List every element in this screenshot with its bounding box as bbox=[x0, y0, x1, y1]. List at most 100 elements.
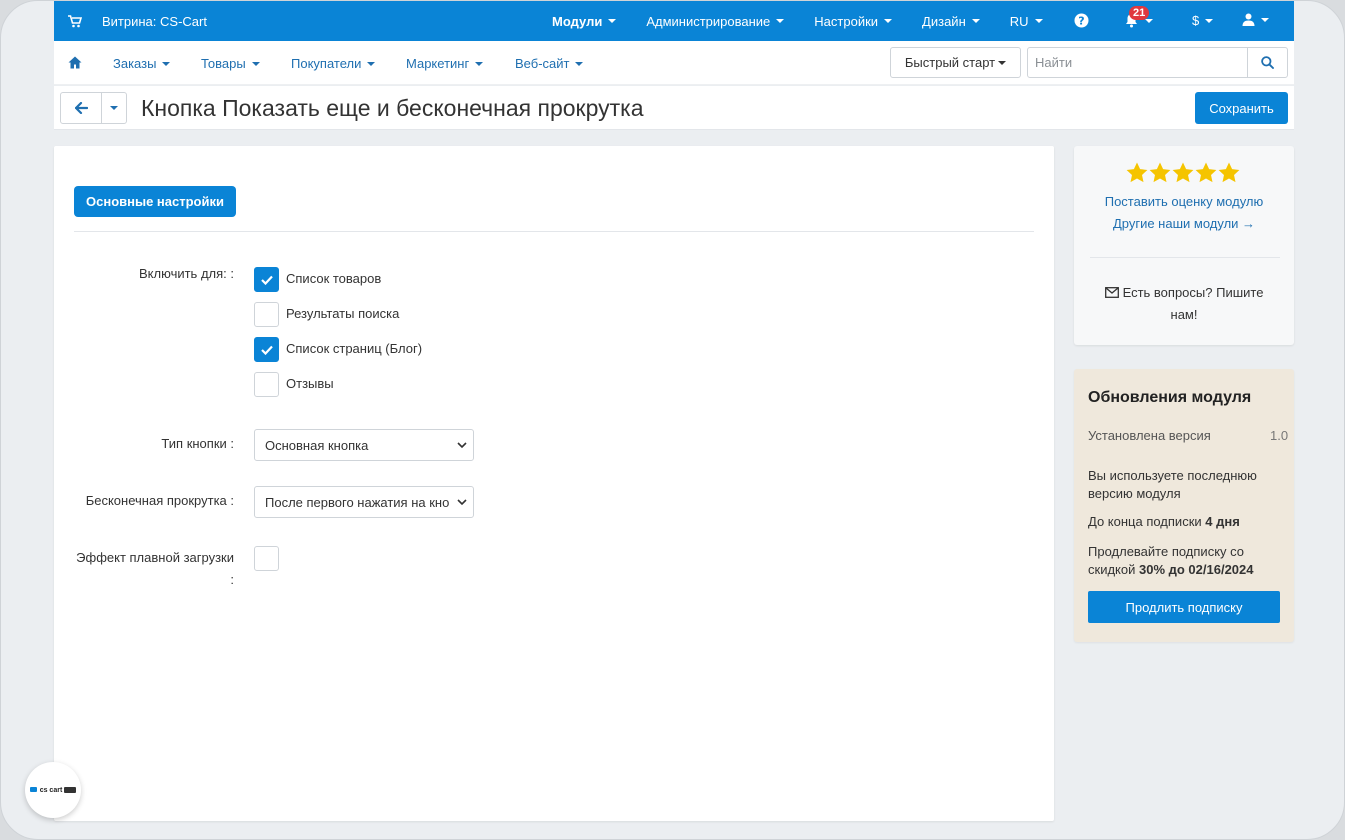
quick-start-button[interactable]: Быстрый старт bbox=[890, 47, 1021, 78]
caret-down-icon bbox=[1145, 18, 1153, 23]
back-button[interactable] bbox=[61, 93, 102, 123]
caret-down-icon bbox=[998, 60, 1007, 65]
renew-discount-text: Продлевайте подписку со скидкой 30% до 0… bbox=[1088, 543, 1288, 579]
nav-products[interactable]: Товары bbox=[201, 56, 260, 71]
checkbox-reviews[interactable] bbox=[254, 372, 279, 397]
chevron-down-icon bbox=[457, 499, 467, 506]
infinite-scroll-select[interactable]: После первого нажатия на кнопку bbox=[254, 486, 474, 518]
checkbox-product-list[interactable] bbox=[254, 267, 279, 292]
rating-stars[interactable] bbox=[1126, 162, 1241, 183]
menu-administration-label: Администрирование bbox=[646, 13, 771, 29]
infinite-scroll-label: Бесконечная прокрутка : bbox=[85, 493, 234, 508]
menu-modules[interactable]: Модули bbox=[552, 13, 617, 29]
search-button[interactable] bbox=[1247, 48, 1287, 77]
chevron-down-icon bbox=[457, 442, 467, 449]
currency-selector[interactable]: $ bbox=[1192, 13, 1214, 28]
notifications-badge: 21 bbox=[1129, 6, 1150, 20]
nav-orders[interactable]: Заказы bbox=[113, 56, 171, 71]
other-modules-link[interactable]: Другие наши модули → bbox=[1074, 216, 1294, 231]
card-divider bbox=[1090, 257, 1280, 258]
caret-down-icon bbox=[367, 61, 376, 66]
menu-settings-label: Настройки bbox=[814, 13, 879, 29]
renew-subscription-button[interactable]: Продлить подписку bbox=[1088, 591, 1280, 623]
caret-down-icon bbox=[475, 61, 484, 66]
nav-customers-label: Покупатели bbox=[291, 56, 362, 71]
smooth-loading-label-line2: : bbox=[230, 572, 234, 587]
checkbox-page-list[interactable] bbox=[254, 337, 279, 362]
menu-language[interactable]: RU bbox=[1010, 14, 1043, 29]
back-button-group bbox=[60, 92, 127, 124]
module-updates-card: Обновления модуля Установлена версия 1.0… bbox=[1074, 369, 1294, 642]
subscription-days: 4 дня bbox=[1205, 514, 1240, 529]
caret-down-icon bbox=[608, 19, 617, 23]
search-input[interactable] bbox=[1028, 48, 1247, 77]
cs-cart-logo[interactable]: cs cart bbox=[25, 762, 81, 818]
title-bar: Кнопка Показать еще и бесконечная прокру… bbox=[54, 86, 1294, 130]
caret-down-icon bbox=[251, 61, 260, 66]
menu-settings[interactable]: Настройки bbox=[814, 13, 893, 29]
cart-icon bbox=[68, 13, 84, 29]
nav-customers[interactable]: Покупатели bbox=[291, 56, 376, 71]
user-icon bbox=[1242, 13, 1255, 26]
nav-website[interactable]: Веб-сайт bbox=[515, 56, 584, 71]
updates-title: Обновления модуля bbox=[1088, 389, 1252, 406]
home-icon[interactable] bbox=[68, 56, 82, 70]
quick-start-label: Быстрый старт bbox=[904, 55, 996, 70]
caret-down-icon bbox=[110, 106, 118, 110]
user-menu[interactable] bbox=[1242, 13, 1269, 26]
installed-version-label: Установлена версия bbox=[1088, 428, 1211, 443]
menu-administration[interactable]: Администрирование bbox=[646, 13, 785, 29]
button-type-select[interactable]: Основная кнопка bbox=[254, 429, 474, 461]
contact-us-link[interactable]: Есть вопросы? Пишите нам! bbox=[1094, 282, 1274, 326]
search-icon bbox=[1261, 56, 1274, 69]
storefront-link[interactable]: Витрина: CS-Cart bbox=[102, 14, 207, 29]
settings-panel: Основные настройки Включить для: : Списо… bbox=[54, 146, 1054, 821]
checkbox-search-results[interactable] bbox=[254, 302, 279, 327]
check-icon bbox=[260, 275, 273, 285]
contact-us-label: Есть вопросы? Пишите нам! bbox=[1122, 285, 1264, 322]
caret-down-icon bbox=[776, 19, 785, 23]
caret-down-icon bbox=[1205, 18, 1214, 23]
nav-products-label: Товары bbox=[201, 56, 246, 71]
installed-version-value: 1.0 bbox=[1270, 428, 1289, 443]
caret-down-icon bbox=[162, 61, 171, 66]
checkbox-product-list-label: Список товаров bbox=[286, 271, 382, 286]
star-icon bbox=[1172, 162, 1194, 183]
checkbox-reviews-label: Отзывы bbox=[286, 376, 334, 391]
rate-module-link[interactable]: Поставить оценку модулю bbox=[1074, 194, 1294, 209]
search-box bbox=[1027, 47, 1288, 78]
smooth-loading-label-line1: Эффект плавной загрузки bbox=[76, 550, 234, 565]
checkbox-search-results-label: Результаты поиска bbox=[286, 306, 400, 321]
main-nav: Заказы Товары Покупатели Маркетинг Веб-с… bbox=[54, 41, 1294, 85]
nav-marketing[interactable]: Маркетинг bbox=[406, 56, 484, 71]
infinite-scroll-value: После первого нажатия на кнопку bbox=[265, 494, 450, 510]
menu-modules-label: Модули bbox=[552, 13, 603, 29]
checkbox-smooth-loading[interactable] bbox=[254, 546, 279, 571]
star-icon bbox=[1195, 162, 1217, 183]
subscription-remaining-label: До конца подписки bbox=[1088, 514, 1202, 529]
subscription-remaining: До конца подписки 4 дня bbox=[1088, 513, 1288, 531]
caret-down-icon bbox=[1034, 19, 1043, 23]
tab-divider bbox=[74, 231, 1034, 232]
app-frame: Витрина: CS-Cart Модули Администрировани… bbox=[0, 0, 1345, 840]
menu-design-label: Дизайн bbox=[922, 13, 966, 29]
enable-for-label: Включить для: : bbox=[139, 266, 234, 281]
back-dropdown-button[interactable] bbox=[102, 93, 126, 123]
menu-language-label: RU bbox=[1009, 13, 1029, 29]
envelope-icon bbox=[1104, 287, 1119, 298]
star-icon bbox=[1149, 162, 1171, 183]
help-icon[interactable]: ? bbox=[1074, 13, 1089, 28]
button-type-label: Тип кнопки : bbox=[161, 436, 234, 451]
currency-label: $ bbox=[1192, 13, 1200, 28]
save-button[interactable]: Сохранить bbox=[1195, 92, 1288, 124]
notifications-button[interactable]: 21 bbox=[1124, 6, 1153, 28]
smooth-loading-label: Эффект плавной загрузки : bbox=[74, 547, 234, 591]
star-icon bbox=[1126, 162, 1148, 183]
menu-design[interactable]: Дизайн bbox=[922, 14, 980, 29]
caret-down-icon bbox=[884, 19, 893, 23]
button-type-value: Основная кнопка bbox=[265, 437, 369, 453]
page-title: Кнопка Показать еще и бесконечная прокру… bbox=[141, 95, 644, 121]
cs-cart-logo-icon bbox=[29, 787, 37, 792]
tab-general-settings[interactable]: Основные настройки bbox=[74, 186, 236, 217]
nav-website-label: Веб-сайт bbox=[515, 56, 570, 71]
